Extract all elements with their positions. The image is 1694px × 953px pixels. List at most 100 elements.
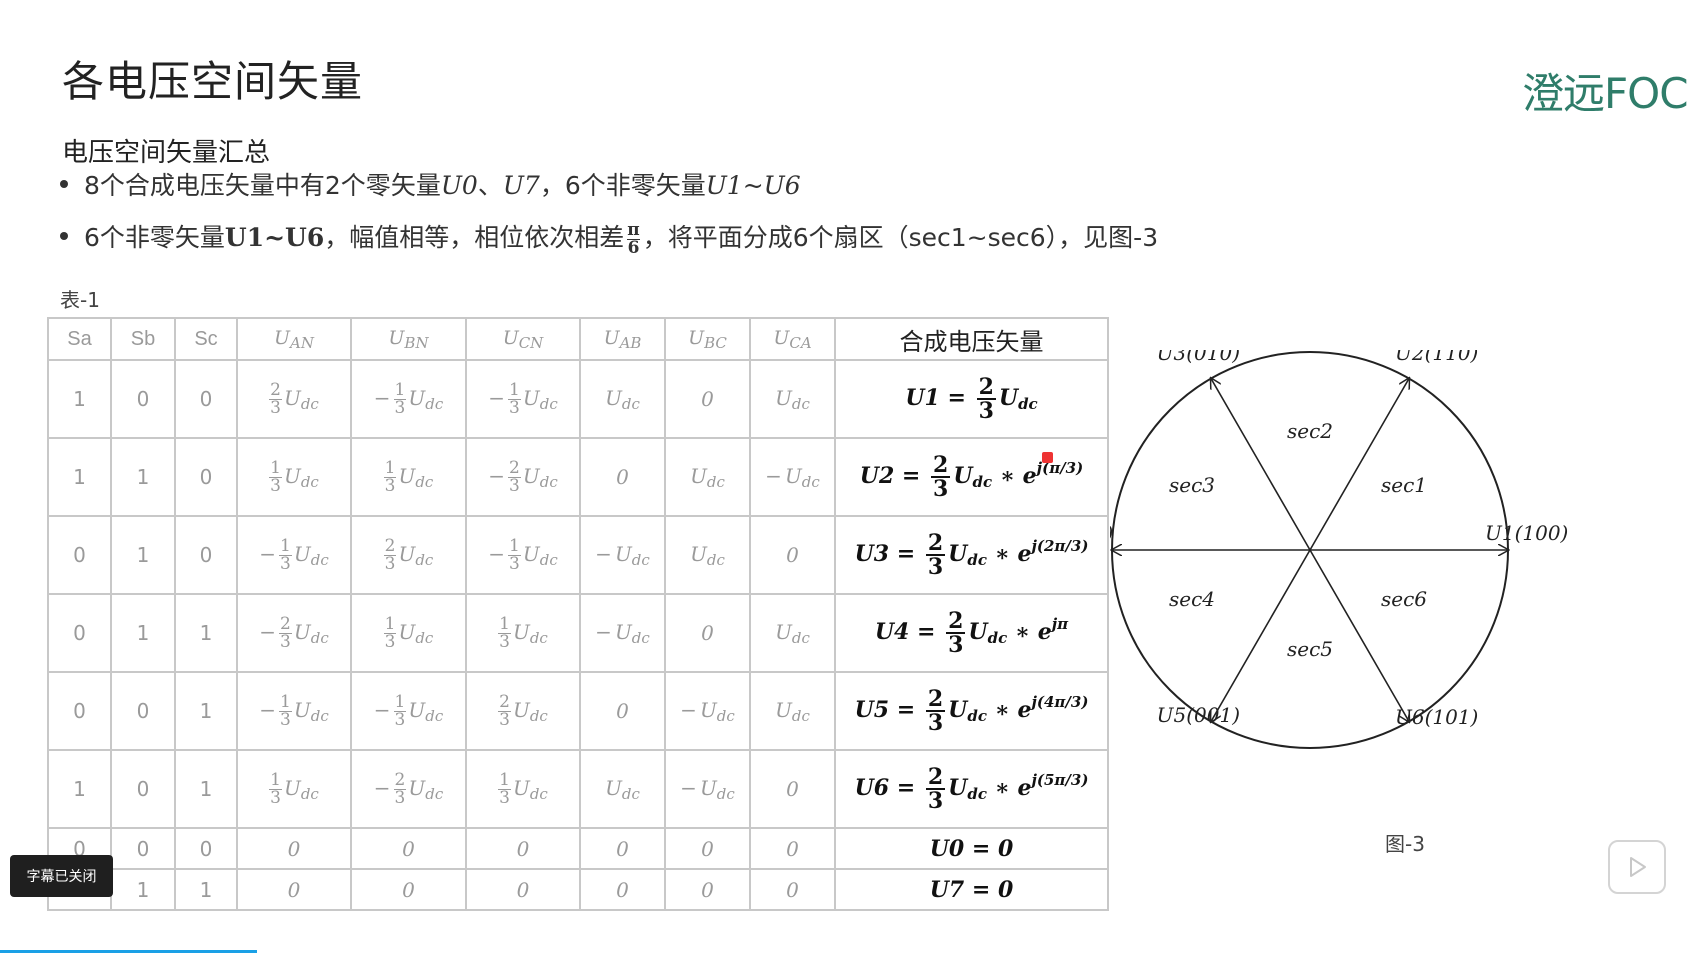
result-vector-cell: U0 = 0 (834, 827, 1109, 870)
uab-cell: Udc (579, 749, 666, 829)
subtitles-toggle-button[interactable]: 字幕已关闭 (10, 855, 113, 897)
sb-cell: 1 (110, 868, 176, 911)
ubc-cell: 0 (664, 593, 751, 673)
sc-cell: 0 (174, 359, 238, 439)
result-vector-cell: U5 = 2 3 Udc ∗ ej(4π/3) (834, 671, 1109, 751)
sa-cell: 0 (47, 515, 112, 595)
table-row: 0 1 1−2 3 Udc 1 3 Udc 1 3 Udc − Udc 0 Udc U4 = 2 3 Udc ∗ … (47, 593, 1109, 673)
header-ubc: UBC (664, 317, 751, 361)
header-uab: UAB (579, 317, 666, 361)
ubc-cell: − Udc (664, 671, 751, 751)
result-vector-cell: U3 = 2 3 Udc ∗ ej(2π/3) (834, 515, 1109, 595)
sb-cell: 1 (110, 593, 176, 673)
sector-diagram: U1(100) U2(110) U3(010) U4(011) U5(001) U6(10… (1110, 350, 1568, 749)
header-sc: Sc (174, 317, 238, 361)
ubc-cell: 0 (664, 827, 751, 870)
math-u7: U7 (502, 171, 540, 200)
sc-cell: 0 (174, 515, 238, 595)
uan-cell: −2 3 Udc (236, 593, 352, 673)
sector-label-4: sec4 (1169, 587, 1215, 611)
sb-cell: 1 (110, 515, 176, 595)
uca-cell: 0 (749, 827, 836, 870)
uca-cell: − Udc (749, 437, 836, 517)
bullet-dot (60, 232, 68, 240)
sa-cell: 0 (47, 671, 112, 751)
uca-cell: 0 (749, 515, 836, 595)
uan-cell: 2 3 Udc (236, 359, 352, 439)
uca-cell: Udc (749, 593, 836, 673)
uca-cell: Udc (749, 671, 836, 751)
pi-over-6-fraction: π6 (626, 219, 641, 258)
brand-logo: 澄远FOC (1522, 69, 1689, 118)
uab-cell: − Udc (579, 515, 666, 595)
math-u1-u6: U1~U6 (224, 223, 325, 252)
ucn-cell: −1 3 Udc (465, 515, 581, 595)
table-row: 0 0 1−1 3 Udc −1 3 Udc 2 3 Udc 0− Udc Udc U5 = 2 3 Udc ∗… (47, 671, 1109, 751)
uan-cell: 0 (236, 868, 352, 911)
ubc-cell: 0 (664, 359, 751, 439)
sc-cell: 1 (174, 868, 238, 911)
uab-cell: − Udc (579, 593, 666, 673)
annotation-marker (1042, 452, 1053, 463)
uab-cell: 0 (579, 671, 666, 751)
table-row: 111000000U7 = 0 (47, 868, 1109, 911)
separator: 、 (477, 171, 503, 200)
result-vector-cell: U4 = 2 3 Udc ∗ ejπ (834, 593, 1109, 673)
header-uca: UCA (749, 317, 836, 361)
vector-label-1: U1(100) (1485, 521, 1568, 545)
bullet-text: 6个非零矢量 (84, 223, 225, 252)
ubc-cell: Udc (664, 437, 751, 517)
bullet-sectors: 6个非零矢量U1~U6，幅值相等，相位依次相差 π 6 ，将平面分成6个扇区（sec1… (60, 218, 1158, 257)
table-row: 0 0 0 0 0 0 0 0 0 U0 = 0 (47, 827, 1109, 870)
sb-cell: 0 (110, 359, 176, 439)
table-row: 1 0 0 2 3 Udc −1 3 Udc −1 3 Udc Udc 0 Udc U1 = 2 3 Udc (47, 359, 1109, 439)
ubc-cell: 0 (664, 868, 751, 911)
sector-label-6: sec6 (1381, 587, 1427, 611)
ucn-cell: −2 3 Udc (465, 437, 581, 517)
sector-label-2: sec2 (1287, 419, 1333, 443)
ucn-cell: −1 3 Udc (465, 359, 581, 439)
uca-cell: 0 (749, 868, 836, 911)
uan-cell: 0 (236, 827, 352, 870)
voltage-vector-table: Sa Sb Sc UAN UBN UCN UAB UBC UCA 合成电压矢量 … (47, 317, 1109, 911)
header-sb: Sb (110, 317, 176, 361)
uan-cell: −1 3 Udc (236, 671, 352, 751)
ubn-cell: 0 (350, 868, 467, 911)
result-vector-cell: U7 = 0 (834, 868, 1109, 911)
vector-arrow-2 (1309, 379, 1409, 551)
ucn-cell: 1 3 Udc (465, 593, 581, 673)
ubn-cell: 0 (350, 827, 467, 870)
ucn-cell: 2 3 Udc (465, 671, 581, 751)
table-row: 1 1 0 1 3 Udc 1 3 Udc −2 3 Udc 0 Udc − Udc U2 = 2 3 Udc ∗ … (47, 437, 1109, 517)
vector-arrow-6 (1309, 549, 1409, 721)
bullet-text: ，6个非零矢量 (539, 171, 706, 200)
sa-cell: 0 (47, 593, 112, 673)
ubn-cell: 2 3 Udc (350, 515, 467, 595)
section-subtitle: 电压空间矢量汇总 (62, 138, 271, 168)
uab-cell: 0 (579, 437, 666, 517)
header-uan: UAN (236, 317, 352, 361)
header-sa: Sa (47, 317, 112, 361)
math-u0: U0 (440, 171, 478, 200)
table-header-row: Sa Sb Sc UAN UBN UCN UAB UBC UCA 合成电压矢量 (47, 317, 1109, 361)
play-icon (1630, 857, 1646, 877)
result-vector-cell: U2 = 2 3 Udc ∗ ej(π/3) (834, 437, 1109, 517)
vector-label-4: U4(011) (1110, 521, 1113, 545)
slide-title: 各电压空间矢量 (62, 57, 364, 106)
bullet-dot (60, 180, 68, 188)
sector-label-5: sec5 (1287, 637, 1333, 661)
header-ucn: UCN (465, 317, 581, 361)
ubc-cell: − Udc (664, 749, 751, 829)
table-row: 1 0 1 1 3 Udc −2 3 Udc 1 3 Udc Udc − Udc 0 U6 = 2 3 Udc ∗ … (47, 749, 1109, 829)
uan-cell: 1 3 Udc (236, 749, 352, 829)
ucn-cell: 0 (465, 827, 581, 870)
table-caption: 表-1 (60, 288, 100, 312)
sc-cell: 0 (174, 437, 238, 517)
bullet-text: ，将平面分成6个扇区（sec1~sec6），见图-3 (642, 223, 1159, 252)
figure-caption: 图-3 (1385, 832, 1425, 856)
vector-label-3: U3(010) (1157, 350, 1240, 365)
play-button[interactable] (1608, 840, 1666, 894)
ubn-cell: 1 3 Udc (350, 593, 467, 673)
sc-cell: 1 (174, 671, 238, 751)
vector-label-5: U5(001) (1157, 703, 1240, 727)
